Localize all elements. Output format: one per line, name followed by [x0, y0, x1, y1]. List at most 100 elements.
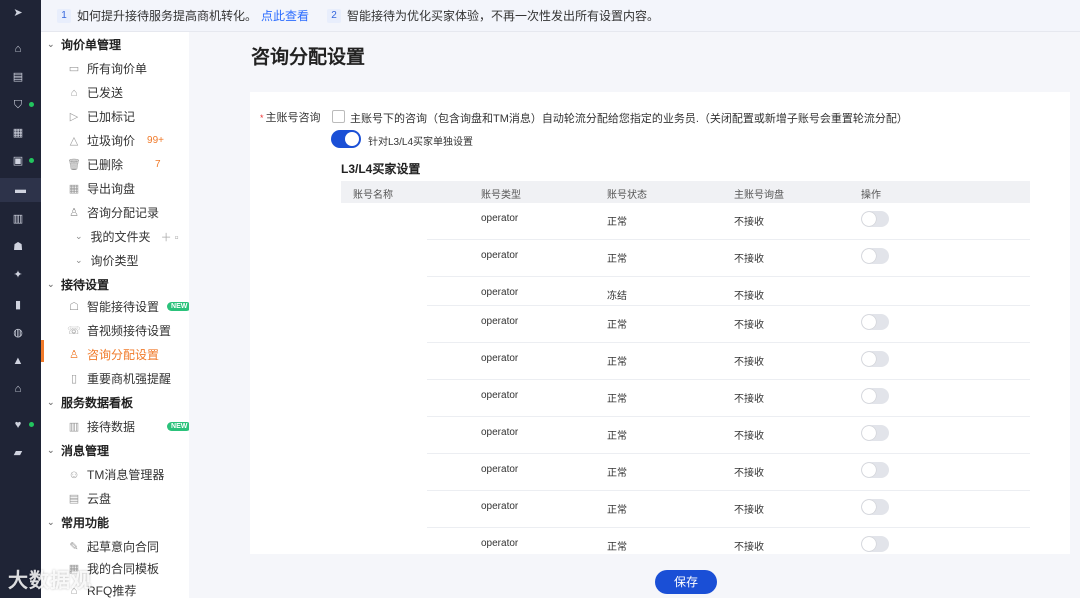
receive-switch[interactable] [861, 425, 889, 441]
sidebar-item-assign-log[interactable]: ♙ 咨询分配记录 [67, 204, 159, 221]
toggle-knob [345, 132, 359, 146]
table-row: operator 正常 不接收 [341, 306, 1030, 343]
cell-type: operator [481, 287, 519, 298]
cell-type: operator [481, 316, 519, 327]
sidebar-item-sent[interactable]: ⌂ 已发送 [67, 84, 123, 101]
group-inquiry[interactable]: ⌄ 询价单管理 [47, 36, 121, 53]
cell-type: operator [481, 501, 519, 512]
notice-link[interactable]: 点此查看 [261, 7, 309, 24]
receive-switch[interactable] [861, 248, 889, 264]
settings-card: * 主账号咨询 主账号下的咨询（包含询盘和TM消息）自动轮流分配给您指定的业务员.… [250, 92, 1070, 554]
user-settings-icon: ♙ [69, 348, 79, 361]
heart-icon[interactable]: ♥ [11, 418, 25, 432]
sidebar-item-cloud-disk[interactable]: ▤ 云盘 [67, 490, 111, 507]
save-button[interactable]: 保存 [655, 570, 717, 594]
receive-switch[interactable] [861, 462, 889, 478]
group-dashboard[interactable]: ⌄ 服务数据看板 [47, 394, 133, 411]
caret-down-icon: ⌄ [47, 397, 55, 407]
cell-type: operator [481, 464, 519, 475]
sidebar-item-reception-data[interactable]: ▥ 接待数据 NEW [67, 418, 189, 435]
share-icon[interactable]: ✦ [11, 268, 25, 282]
clipboard-icon[interactable]: ▮ [11, 298, 25, 312]
sidebar-item-inquiry-type[interactable]: ⌄ 询价类型 [75, 252, 139, 269]
add-folder-icon[interactable]: ＋ ▫ [161, 229, 179, 245]
auto-assign-checkbox[interactable] [332, 110, 345, 123]
page-title: 咨询分配设置 [251, 47, 366, 68]
sidebar-item-smart-reception[interactable]: ☖ 智能接待设置 NEW [67, 298, 189, 315]
cell-receive: 不接收 [734, 320, 764, 331]
cell-status: 冻结 [607, 291, 627, 302]
sidebar-item-export[interactable]: ▦ 导出询盘 [67, 180, 135, 197]
cell-receive: 不接收 [734, 431, 764, 442]
globe-icon[interactable]: ◍ [11, 326, 25, 340]
sidebar-item-tm-manager[interactable]: ☺ TM消息管理器 [67, 466, 164, 483]
cell-type: operator [481, 538, 519, 549]
cell-receive: 不接收 [734, 505, 764, 516]
bank-icon[interactable]: ⌂ [11, 382, 25, 396]
status-dot [29, 422, 34, 427]
video-icon[interactable]: ▣ [11, 154, 25, 168]
cell-receive: 不接收 [734, 217, 764, 228]
truck-icon[interactable]: ▲ [11, 354, 25, 368]
cell-type: operator [481, 427, 519, 438]
bar-chart-icon: ▥ [68, 420, 80, 433]
receive-switch[interactable] [861, 536, 889, 552]
l3-l4-toggle[interactable] [331, 130, 361, 148]
grid-icon: ▦ [68, 182, 80, 195]
receive-switch[interactable] [861, 351, 889, 367]
receive-switch[interactable] [861, 211, 889, 227]
deleted-count-badge: 7 [155, 159, 161, 170]
table-row: operator 正常 不接收 [341, 454, 1030, 491]
chat-face-icon: ☺ [68, 468, 80, 481]
sidebar-item-my-folder[interactable]: ⌄ 我的文件夹＋ ▫ [75, 228, 179, 245]
sidebar-item-draft-contract[interactable]: ✎ 起草意向合同 [67, 538, 159, 555]
send-icon[interactable]: ➤ [11, 6, 25, 20]
cell-type: operator [481, 250, 519, 261]
new-badge: NEW [167, 422, 189, 431]
home-icon[interactable]: ⌂ [11, 42, 25, 56]
group-message[interactable]: ⌄ 消息管理 [47, 442, 109, 459]
group-reception[interactable]: ⌄ 接待设置 [47, 276, 109, 293]
receive-switch[interactable] [861, 314, 889, 330]
caret-down-icon: ⌄ [75, 255, 83, 265]
message-icon[interactable]: ▬ [0, 178, 41, 202]
sidebar-item-spam[interactable]: △ 垃圾询价 99+ [67, 132, 164, 149]
column-header: 账号名称 [353, 190, 393, 201]
auto-assign-description: 主账号下的咨询（包含询盘和TM消息）自动轮流分配给您指定的业务员.（关闭配置或新… [350, 113, 908, 125]
column-header: 主账号询盘 [734, 190, 784, 201]
sidebar-item-assign-settings[interactable]: ♙ 咨询分配设置 [67, 346, 159, 363]
group-common[interactable]: ⌄ 常用功能 [47, 514, 109, 531]
table-header: 账号名称 账号类型 账号状态 主账号询盘 操作 [341, 181, 1030, 203]
apps-icon[interactable]: ▦ [11, 126, 25, 140]
table-row: operator 冻结 不接收 [341, 277, 1030, 306]
shield-icon[interactable]: ⛉ [11, 98, 25, 112]
sidebar-item-important-alert[interactable]: ▯ 重要商机强提醒 [67, 370, 171, 387]
chart-icon[interactable]: ▥ [11, 212, 25, 226]
field-label: * 主账号咨询 [260, 112, 321, 124]
sidebar-item-marked[interactable]: ▷ 已加标记 [67, 108, 135, 125]
cell-receive: 不接收 [734, 254, 764, 265]
table-row: operator 正常 不接收 [341, 528, 1030, 554]
receive-switch[interactable] [861, 388, 889, 404]
users-icon[interactable]: ☗ [11, 240, 25, 254]
trash-icon: 🗑 [67, 158, 81, 171]
briefcase-icon[interactable]: ▰ [11, 446, 25, 460]
sidebar-item-deleted[interactable]: 🗑 已删除 7 [67, 156, 161, 173]
section-title: L3/L4买家设置 [341, 162, 421, 176]
cell-status: 正常 [607, 542, 627, 553]
edit-icon: ✎ [69, 540, 79, 553]
cell-status: 正常 [607, 431, 627, 442]
required-icon: * [260, 113, 264, 123]
cell-status: 正常 [607, 254, 627, 265]
user-list-icon: ♙ [69, 206, 79, 219]
receive-switch[interactable] [861, 499, 889, 515]
warning-icon: △ [69, 134, 79, 147]
sidebar-item-av-reception[interactable]: ☏ 音视频接待设置 [67, 322, 171, 339]
l3-l4-toggle-label: 针对L3/L4买家单独设置 [368, 137, 474, 148]
cell-status: 正常 [607, 320, 627, 331]
cell-receive: 不接收 [734, 291, 764, 302]
cell-status: 正常 [607, 217, 627, 228]
store-icon[interactable]: ▤ [11, 70, 25, 84]
new-badge: NEW [167, 302, 189, 311]
sidebar-item-all[interactable]: ▭ 所有询价单 [67, 60, 147, 77]
